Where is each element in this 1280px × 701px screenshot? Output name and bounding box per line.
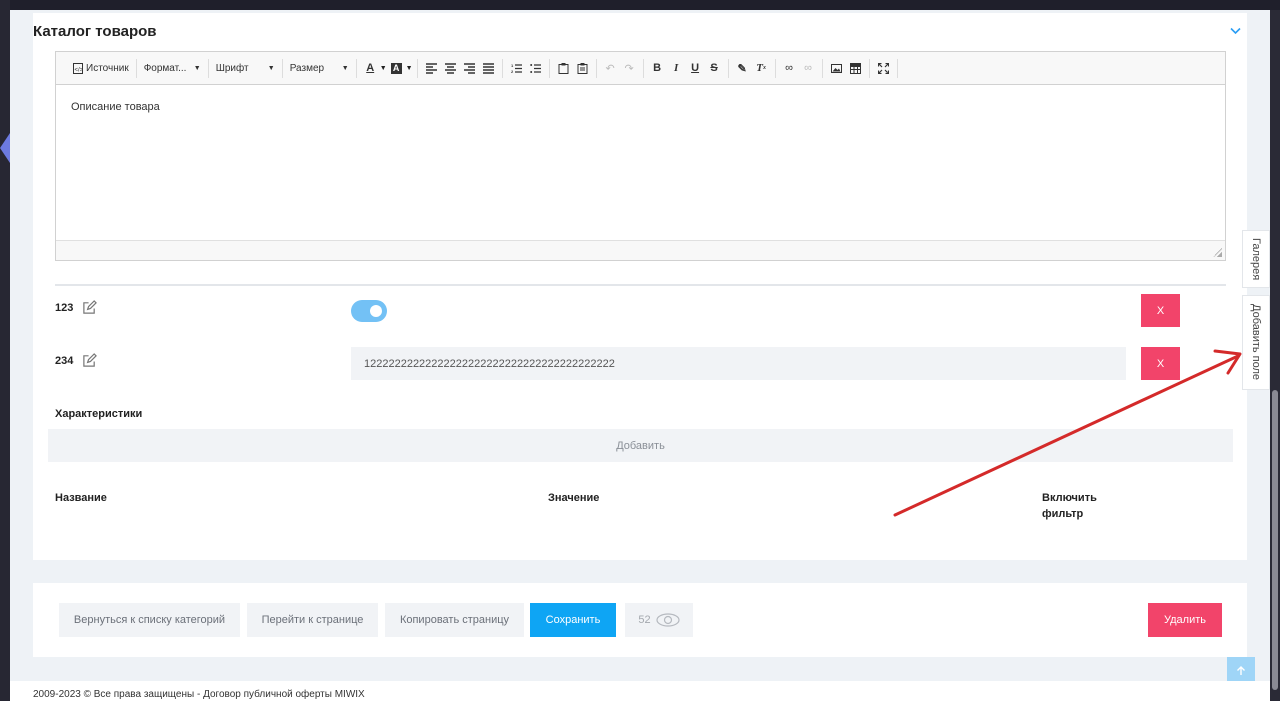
copyright-text: 2009-2023 © Все права защищены - Договор… (33, 689, 365, 700)
align-left-icon[interactable] (425, 62, 437, 74)
column-header-filter: Включить фильтр (1042, 492, 1097, 520)
top-strip (0, 0, 1280, 10)
bullet-list-icon[interactable] (529, 63, 541, 74)
bold-icon[interactable]: B (652, 62, 663, 74)
editor-toolbar: </> Источник Формат... ▼ Шрифт ▼ Размер … (56, 52, 1225, 85)
rich-text-editor: </> Источник Формат... ▼ Шрифт ▼ Размер … (55, 51, 1226, 261)
page-scrollbar[interactable] (1270, 10, 1280, 701)
underline-icon[interactable]: U (690, 62, 701, 74)
characteristics-title: Характеристики (55, 408, 143, 420)
italic-icon[interactable]: I (671, 62, 682, 74)
editor-statusbar (56, 240, 1225, 260)
format-label: Формат... (143, 62, 187, 74)
table-icon[interactable] (849, 62, 861, 74)
section-divider (55, 284, 1226, 286)
align-justify-icon[interactable] (482, 62, 494, 74)
gallery-tab-label: Галерея (1250, 237, 1262, 281)
add-field-tab-label: Добавить поле (1250, 304, 1262, 381)
card-title: Каталог товаров (33, 23, 157, 40)
redo-icon[interactable]: ↷ (624, 63, 635, 75)
editor-content[interactable]: Описание товара (56, 85, 1225, 240)
strikethrough-icon[interactable]: S (709, 62, 720, 74)
undo-icon[interactable]: ↶ (605, 63, 616, 75)
text-color-icon[interactable]: A (365, 62, 376, 74)
save-button[interactable]: Сохранить (530, 603, 616, 637)
caret-down-icon: ▼ (341, 64, 349, 72)
svg-text:</>: </> (75, 67, 84, 73)
eye-icon (656, 613, 680, 627)
image-icon[interactable] (830, 63, 842, 74)
gallery-tab[interactable]: Галерея (1242, 230, 1270, 288)
views-count: 52 (638, 614, 651, 626)
scrollbar-thumb[interactable] (1272, 390, 1278, 690)
toggle-knob (370, 305, 382, 317)
source-label: Источник (86, 62, 129, 74)
font-label: Шрифт (215, 62, 249, 74)
column-header-value: Значение (548, 492, 600, 504)
chevron-down-icon[interactable] (1230, 22, 1241, 38)
source-icon: </> (73, 62, 84, 74)
add-characteristic-button[interactable]: Добавить (48, 429, 1233, 462)
catalog-card: Каталог товаров </> Источник Формат... ▼ (33, 13, 1247, 560)
field-value-input[interactable]: 1222222222222222222222222222222222222222… (351, 347, 1126, 380)
left-sidebar-edge (0, 0, 10, 701)
field-row-2-label: 234 (55, 353, 98, 368)
format-select[interactable]: Формат... ▼ (141, 63, 204, 74)
delete-field-1-button[interactable]: X (1141, 294, 1180, 327)
sidebar-toggle-icon[interactable] (0, 133, 10, 163)
caret-down-icon: ▼ (267, 64, 275, 72)
align-center-icon[interactable] (444, 62, 456, 74)
go-to-page-button[interactable]: Перейти к странице (247, 603, 378, 637)
actions-bar: Вернуться к списку категорий Перейти к с… (33, 583, 1247, 657)
svg-text:2: 2 (511, 69, 514, 74)
format-painter-icon[interactable]: ✎ (737, 63, 748, 75)
back-to-categories-button[interactable]: Вернуться к списку категорий (59, 603, 240, 637)
font-select[interactable]: Шрифт ▼ (213, 63, 278, 74)
copy-page-button[interactable]: Копировать страницу (385, 603, 524, 637)
field-label-text: 123 (55, 301, 74, 314)
remove-format-icon[interactable]: Tx (756, 62, 767, 74)
paste-text-icon[interactable] (577, 62, 588, 74)
size-label: Размер (289, 62, 325, 74)
link-icon[interactable]: ∞ (784, 62, 795, 74)
unlink-icon[interactable]: ∞ (803, 62, 814, 74)
paste-icon[interactable] (558, 62, 569, 74)
svg-text:1: 1 (511, 63, 514, 68)
field-toggle[interactable] (351, 300, 387, 322)
align-right-icon[interactable] (463, 62, 475, 74)
resize-handle-icon[interactable] (1213, 248, 1222, 257)
delete-field-2-button[interactable]: X (1141, 347, 1180, 380)
numbered-list-icon[interactable]: 12 (511, 63, 522, 74)
page-content: Каталог товаров </> Источник Формат... ▼ (10, 10, 1270, 701)
copyright-bar: 2009-2023 © Все права защищены - Договор… (10, 681, 1270, 701)
size-select[interactable]: Размер ▼ (287, 63, 352, 74)
arrow-up-icon (1237, 666, 1245, 675)
field-label-text: 234 (55, 354, 74, 367)
edit-icon[interactable] (82, 300, 98, 315)
add-field-tab[interactable]: Добавить поле (1242, 295, 1270, 390)
caret-down-icon: ▼ (193, 64, 201, 72)
column-header-name: Название (55, 492, 107, 504)
maximize-icon[interactable] (877, 62, 889, 74)
delete-page-button[interactable]: Удалить (1148, 603, 1222, 637)
field-row-1-label: 123 (55, 300, 98, 315)
edit-icon[interactable] (82, 353, 98, 368)
source-button[interactable]: </> Источник (70, 62, 132, 74)
views-counter: 52 (625, 603, 693, 637)
background-color-icon[interactable]: A (390, 62, 402, 74)
